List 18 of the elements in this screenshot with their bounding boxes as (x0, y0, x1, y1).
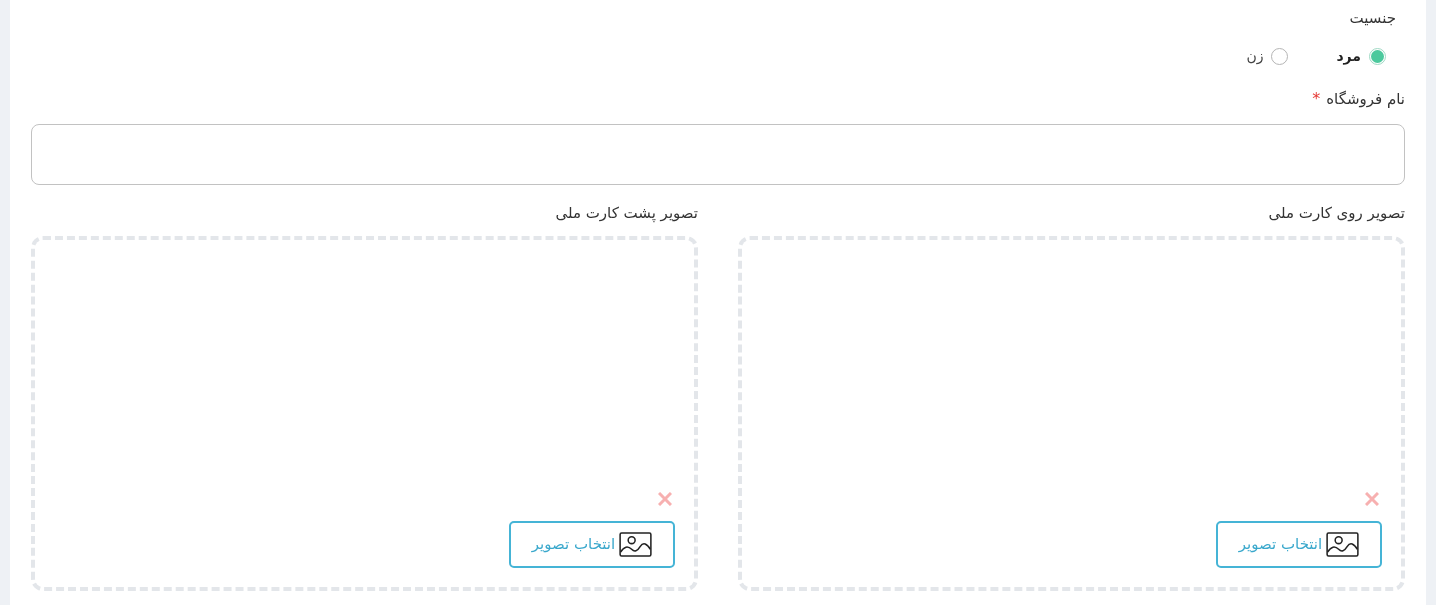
radio-label: مرد (1336, 46, 1361, 67)
choose-image-button[interactable]: انتخاب تصویر (509, 521, 675, 568)
field-label: نام فروشگاه (1326, 89, 1405, 110)
close-icon[interactable] (658, 492, 672, 506)
field-label: جنسیت (1348, 8, 1397, 29)
radio-button[interactable] (1271, 47, 1289, 65)
upload-dropzone[interactable]: انتخاب تصویر (738, 236, 1405, 591)
image-icon (1326, 532, 1360, 557)
choose-image-button[interactable]: انتخاب تصویر (1216, 521, 1382, 568)
close-icon[interactable] (1365, 492, 1379, 506)
upload-dropzone[interactable]: انتخاب تصویر (31, 236, 698, 591)
field-label: تصویر پشت کارت ملی (554, 203, 698, 224)
field-label: تصویر روی کارت ملی (1267, 203, 1405, 224)
radio-label: زن (1246, 46, 1264, 67)
store-name-field[interactable] (31, 124, 1405, 185)
image-icon (619, 532, 653, 557)
required-mark: * (1312, 88, 1321, 110)
radio-button[interactable] (1369, 47, 1386, 65)
